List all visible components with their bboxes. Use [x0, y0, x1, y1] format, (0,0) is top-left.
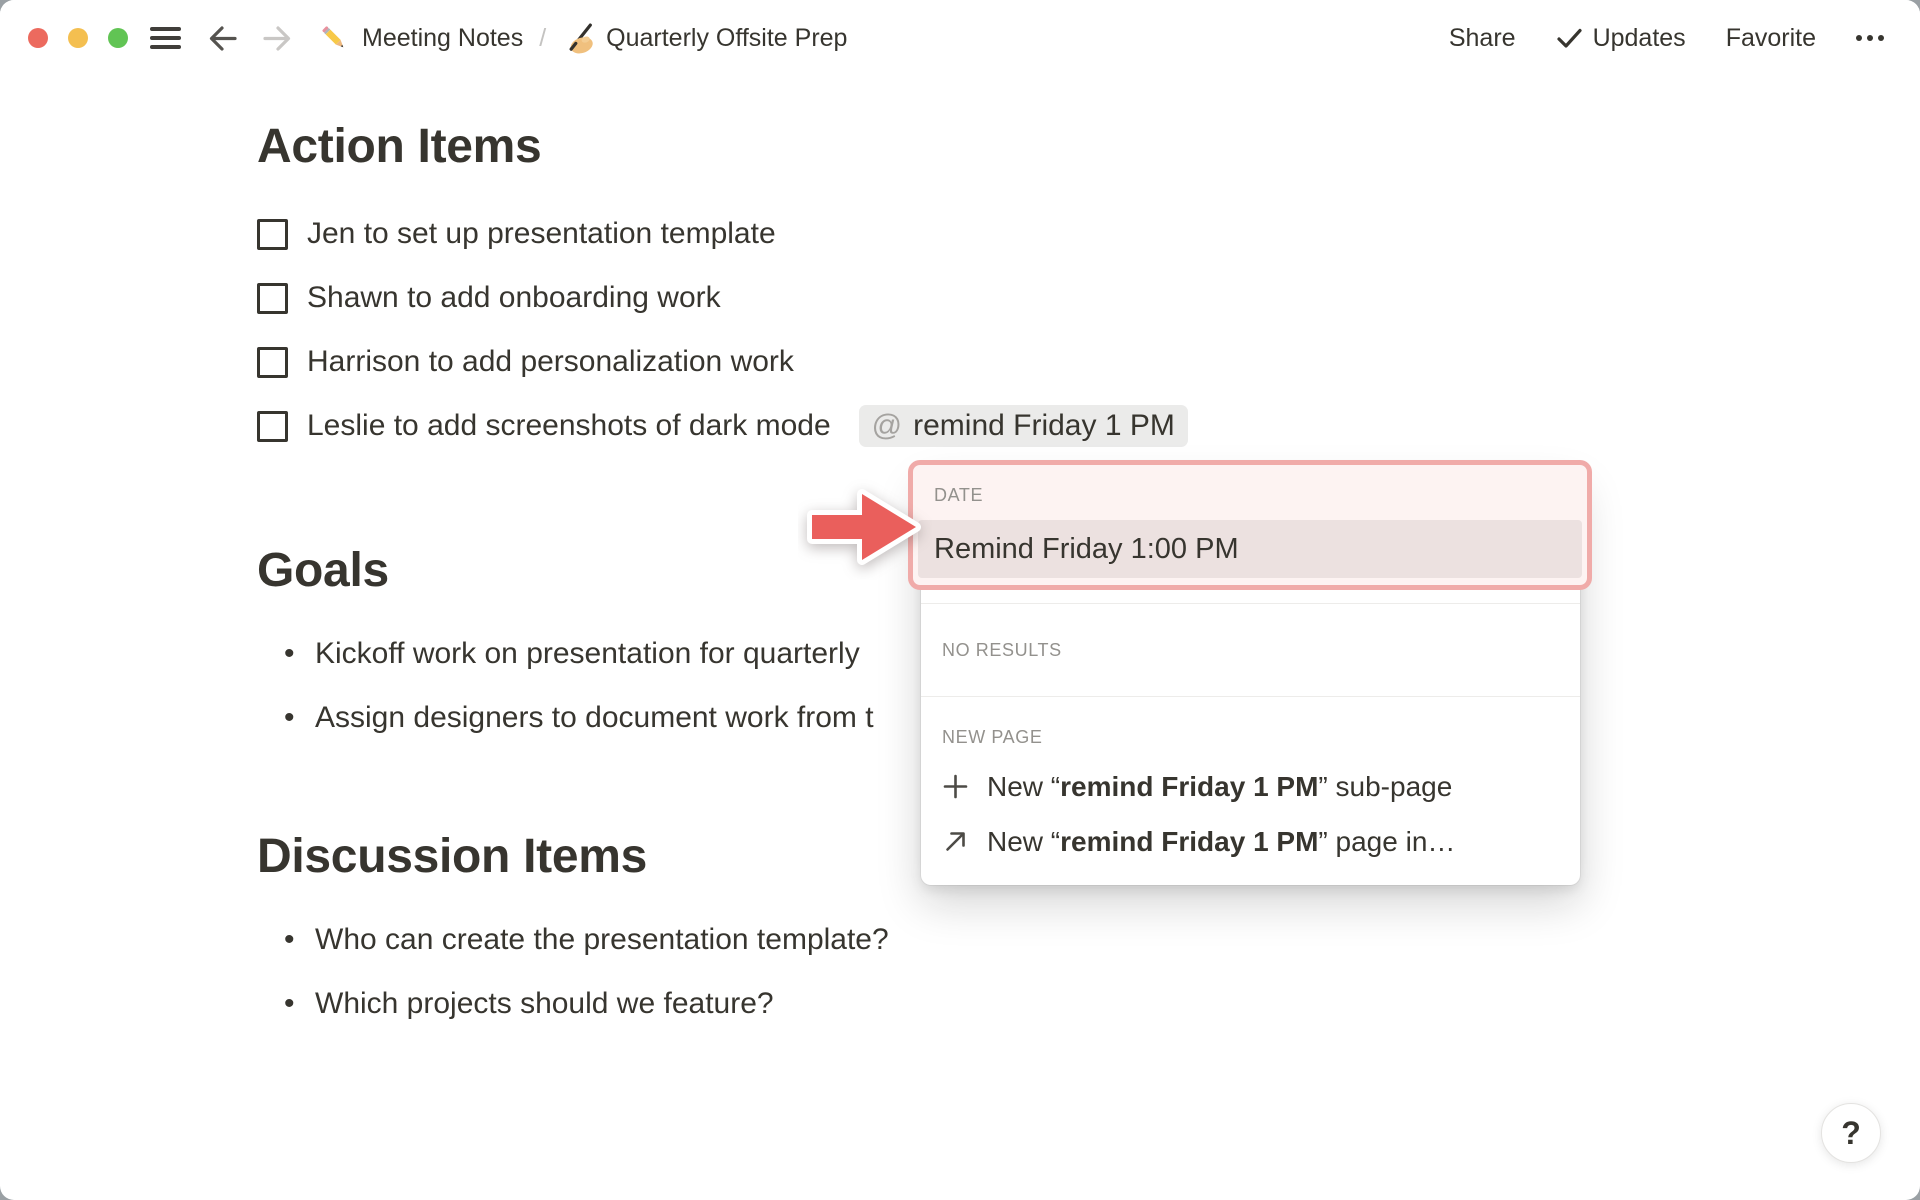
- todo-text: Shawn to add onboarding work: [307, 281, 721, 314]
- back-arrow-icon: [209, 25, 237, 51]
- list-item-text: Who can create the presentation template…: [315, 923, 889, 956]
- more-options-button[interactable]: [1856, 31, 1884, 45]
- list-item-text: Assign designers to document work from t: [315, 701, 874, 734]
- zoom-window-button[interactable]: [108, 28, 128, 48]
- pencil-icon: [322, 25, 344, 47]
- menu-item-text: New “remind Friday 1 PM” page in…: [987, 825, 1456, 857]
- favorite-button[interactable]: Favorite: [1726, 24, 1816, 53]
- todo-text: Harrison to add personalization work: [307, 345, 794, 378]
- callout-arrow-icon: [798, 478, 932, 585]
- date-suggestion-highlight: DATE Remind Friday 1:00 PM: [908, 460, 1592, 590]
- list-item-text: Which projects should we feature?: [315, 987, 774, 1020]
- minimize-window-button[interactable]: [68, 28, 88, 48]
- top-bar: Meeting Notes / Quarterly Offsite Prep S…: [0, 0, 1920, 76]
- no-results-section: NO RESULTS: [921, 604, 1580, 696]
- at-icon: @: [871, 409, 903, 442]
- breadcrumb: Meeting Notes / Quarterly Offsite Prep: [319, 22, 847, 54]
- menu-item-new-page-in[interactable]: New “remind Friday 1 PM” page in…: [921, 814, 1580, 869]
- list-item: • Who can create the presentation templa…: [257, 908, 1920, 972]
- todo-item: Leslie to add screenshots of dark mode @…: [257, 394, 1920, 458]
- check-icon: [1556, 28, 1582, 48]
- back-button[interactable]: [207, 25, 239, 52]
- todo-checkbox[interactable]: [257, 346, 288, 378]
- plus-icon: [942, 774, 968, 799]
- todo-checkbox[interactable]: [257, 410, 288, 442]
- todo-item: Harrison to add personalization work: [257, 330, 1920, 394]
- menu-item-new-sub-page[interactable]: New “remind Friday 1 PM” sub-page: [921, 759, 1580, 814]
- more-dots-icon: [1856, 35, 1862, 41]
- updates-button[interactable]: Updates: [1556, 24, 1686, 53]
- close-window-button[interactable]: [28, 28, 48, 48]
- arrow-up-right-icon: [942, 829, 968, 854]
- question-mark-icon: ?: [1841, 1114, 1861, 1151]
- date-section-label: DATE: [934, 484, 984, 505]
- list-item-text: Kickoff work on presentation for quarter…: [315, 637, 860, 670]
- bullet-icon: •: [284, 987, 295, 1020]
- topbar-actions: Share Updates Favorite: [1449, 24, 1884, 53]
- share-button[interactable]: Share: [1449, 24, 1516, 53]
- forward-button[interactable]: [261, 25, 293, 52]
- todo-item: Shawn to add onboarding work: [257, 266, 1920, 330]
- todo-item: Jen to set up presentation template: [257, 202, 1920, 266]
- new-page-label: NEW PAGE: [942, 726, 1043, 747]
- new-page-section: NEW PAGE New “remind Friday 1 PM” sub-pa…: [921, 697, 1580, 869]
- menu-item-remind-friday[interactable]: Remind Friday 1:00 PM: [918, 520, 1582, 578]
- heading-action-items: Action Items: [257, 120, 542, 173]
- writing-hand-icon: [569, 23, 593, 54]
- breadcrumb-item-meeting-notes[interactable]: Meeting Notes: [319, 23, 523, 54]
- help-button[interactable]: ?: [1821, 1103, 1881, 1163]
- breadcrumb-item-quarterly-offsite-prep[interactable]: Quarterly Offsite Prep: [562, 22, 847, 54]
- list-item: • Which projects should we feature?: [257, 972, 1920, 1036]
- bullet-icon: •: [284, 637, 295, 670]
- mention-text: remind Friday 1 PM: [913, 409, 1175, 442]
- breadcrumb-separator: /: [539, 23, 547, 52]
- todo-text: Jen to set up presentation template: [307, 217, 776, 250]
- todo-list: Jen to set up presentation template Shaw…: [257, 202, 1920, 458]
- menu-item-text: New “remind Friday 1 PM” sub-page: [987, 770, 1453, 802]
- date-mention-chip[interactable]: @ remind Friday 1 PM: [858, 405, 1188, 447]
- window-controls: [28, 28, 128, 48]
- breadcrumb-label: Meeting Notes: [362, 23, 524, 52]
- discussion-list: • Who can create the presentation templa…: [257, 908, 1920, 1036]
- todo-checkbox[interactable]: [257, 218, 288, 250]
- forward-arrow-icon: [263, 25, 291, 51]
- no-results-label: NO RESULTS: [942, 639, 1062, 660]
- todo-checkbox[interactable]: [257, 282, 288, 314]
- bullet-icon: •: [284, 923, 295, 956]
- todo-text: Leslie to add screenshots of dark mode: [307, 409, 831, 442]
- bullet-icon: •: [284, 701, 295, 734]
- sidebar-menu-icon[interactable]: [150, 27, 181, 49]
- app-window: Meeting Notes / Quarterly Offsite Prep S…: [0, 0, 1920, 1200]
- breadcrumb-label: Quarterly Offsite Prep: [606, 23, 848, 52]
